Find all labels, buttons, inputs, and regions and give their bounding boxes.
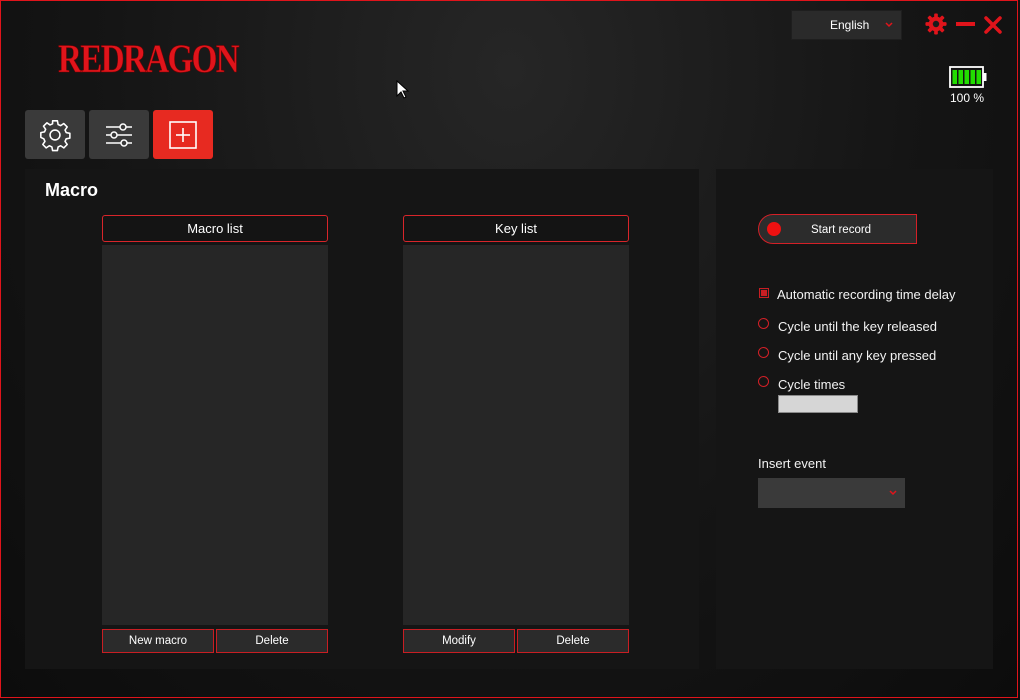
language-selected: English — [830, 18, 870, 32]
battery-segment — [976, 70, 981, 84]
key-list[interactable] — [403, 245, 629, 625]
macro-list-header: Macro list — [102, 215, 328, 242]
battery-icon — [949, 66, 987, 88]
cycle-times-input[interactable] — [778, 395, 858, 413]
insert-event-dropdown[interactable] — [758, 478, 905, 508]
battery-segment — [964, 70, 969, 84]
battery-segment — [958, 70, 963, 84]
delete-key-button[interactable]: Delete — [517, 629, 629, 653]
start-record-button[interactable]: Start record — [758, 214, 917, 244]
auto-delay-checkbox[interactable] — [759, 288, 769, 298]
checkbox-check-mark — [761, 290, 767, 296]
gear-icon — [40, 119, 71, 151]
chevron-down-icon — [889, 490, 897, 496]
svg-text:REDRAGON: REDRAGON — [58, 36, 240, 81]
battery-percent-label: 100 % — [949, 91, 985, 105]
option-label: Cycle until the key released — [778, 319, 937, 334]
key-list-header: Key list — [403, 215, 629, 242]
auto-delay-label: Automatic recording time delay — [777, 287, 956, 302]
battery-segment — [952, 70, 957, 84]
plus-square-icon — [169, 120, 197, 149]
radio-cycle-until-any-key[interactable] — [758, 347, 769, 358]
radio-cycle-until-released[interactable] — [758, 318, 769, 329]
sliders-icon — [106, 122, 132, 147]
close-icon[interactable] — [984, 16, 1002, 34]
option-label: Cycle times — [778, 377, 846, 392]
mouse-cursor-icon — [396, 80, 410, 99]
insert-event-label: Insert event — [758, 456, 826, 471]
page-title: Macro — [45, 180, 99, 200]
tab-performance[interactable] — [89, 110, 149, 159]
battery-segment — [970, 70, 975, 84]
modify-key-button[interactable]: Modify — [403, 629, 515, 653]
radio-cycle-times[interactable] — [758, 376, 769, 387]
language-dropdown[interactable]: English — [791, 10, 902, 40]
tab-macro[interactable] — [153, 110, 213, 159]
settings-gear-icon[interactable] — [925, 13, 947, 35]
recording-panel — [716, 169, 993, 669]
tab-settings[interactable] — [25, 110, 85, 159]
redragon-logo: REDRAGON — [58, 36, 242, 82]
delete-macro-button[interactable]: Delete — [216, 629, 328, 653]
new-macro-button[interactable]: New macro — [102, 629, 214, 653]
option-label: Cycle until any key pressed — [778, 348, 937, 363]
chevron-down-icon — [885, 22, 893, 28]
macro-list[interactable] — [102, 245, 328, 625]
minimize-icon[interactable] — [956, 22, 975, 26]
record-dot-icon — [767, 222, 781, 236]
start-record-label: Start record — [811, 224, 872, 236]
